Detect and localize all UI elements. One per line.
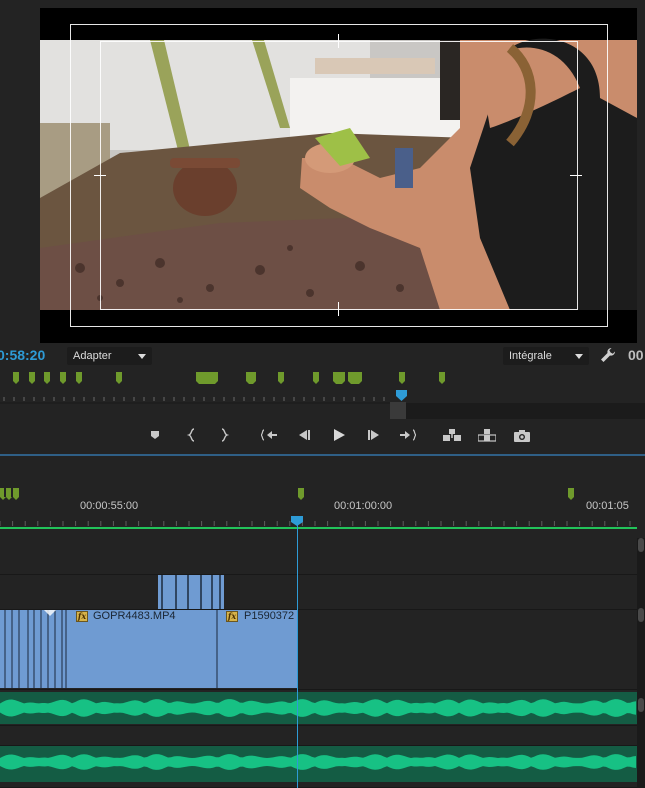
timeline-panel: 00:00:55:00 00:01:00:00 00:01:05 fx GOPR… xyxy=(0,456,645,788)
fx-badge: fx xyxy=(76,611,88,622)
video-track-v2[interactable] xyxy=(0,575,637,610)
play-icon xyxy=(334,429,345,441)
video-track-v1[interactable]: fx GOPR4483.MP4 fx P1590372 xyxy=(0,610,637,690)
marker[interactable] xyxy=(116,372,122,384)
go-to-out-button[interactable] xyxy=(398,426,418,444)
monitor-controls-bar: 0:58:20 Adapter Intégrale 00 xyxy=(0,345,645,367)
add-marker-icon xyxy=(151,431,159,439)
marker[interactable] xyxy=(348,372,362,384)
clip-gopr4483[interactable]: fx GOPR4483.MP4 xyxy=(67,610,217,688)
mark-in-button[interactable] xyxy=(182,426,202,444)
insert-button[interactable] xyxy=(441,426,463,444)
sequence-marker[interactable] xyxy=(568,488,574,500)
marker[interactable] xyxy=(278,372,284,384)
playhead-line xyxy=(297,518,298,788)
work-area-bar[interactable] xyxy=(0,527,637,529)
guide-tick-right xyxy=(570,175,582,176)
go-to-in-icon xyxy=(261,429,277,441)
marker[interactable] xyxy=(399,372,405,384)
playback-resolution-value: Intégrale xyxy=(509,350,552,362)
a2-waveform xyxy=(0,746,637,782)
marker[interactable] xyxy=(333,372,345,384)
scroll-thumb-low[interactable] xyxy=(638,698,644,712)
transport-controls xyxy=(0,420,645,450)
audio-track-a1[interactable] xyxy=(0,690,637,726)
overwrite-icon xyxy=(478,429,496,442)
chevron-down-icon xyxy=(575,354,583,359)
zoom-level-select[interactable]: Adapter xyxy=(67,347,152,365)
mark-in-icon xyxy=(186,428,195,442)
fx-badge: fx xyxy=(226,611,238,622)
insert-icon xyxy=(443,429,461,441)
go-to-in-button[interactable] xyxy=(259,426,279,444)
program-monitor xyxy=(0,0,645,345)
marker[interactable] xyxy=(246,372,256,384)
mark-out-icon xyxy=(221,428,230,442)
export-frame-button[interactable] xyxy=(512,426,532,444)
monitor-marker-strip xyxy=(0,367,645,389)
guide-tick-left xyxy=(94,175,106,176)
monitor-ruler-ticks xyxy=(0,390,645,419)
sequence-marker[interactable] xyxy=(13,488,19,500)
duration-timecode: 00 xyxy=(628,347,644,363)
timeline-scrollbar[interactable] xyxy=(637,538,645,788)
wrench-icon[interactable] xyxy=(599,346,617,364)
clip-p1590372[interactable]: fx P1590372 xyxy=(218,610,298,688)
add-marker-button[interactable] xyxy=(145,426,165,444)
marker[interactable] xyxy=(76,372,82,384)
ruler-label: 00:00:55:00 xyxy=(80,500,139,512)
step-back-icon xyxy=(299,430,310,440)
camera-icon xyxy=(514,429,530,442)
marker[interactable] xyxy=(196,372,218,384)
video-frame-image xyxy=(40,8,637,343)
clip-name: GOPR4483.MP4 xyxy=(93,610,176,622)
playback-resolution-select[interactable]: Intégrale xyxy=(503,347,589,365)
monitor-time-ruler[interactable] xyxy=(0,389,645,419)
ruler-label: 00:01:05 xyxy=(586,500,629,512)
a1-waveform xyxy=(0,692,637,724)
chevron-down-icon xyxy=(138,354,146,359)
video-track-v3[interactable] xyxy=(0,539,637,575)
step-back-button[interactable] xyxy=(294,426,314,444)
marker[interactable] xyxy=(13,372,19,384)
scroll-thumb-top[interactable] xyxy=(638,538,644,552)
guide-tick-bottom xyxy=(338,302,339,316)
sequence-marker[interactable] xyxy=(6,488,12,500)
marker[interactable] xyxy=(439,372,445,384)
playhead-timecode[interactable]: 0:58:20 xyxy=(0,347,45,363)
go-to-out-icon xyxy=(400,429,416,441)
mark-out-button[interactable] xyxy=(214,426,234,444)
step-forward-icon xyxy=(368,430,379,440)
zoom-level-value: Adapter xyxy=(73,350,112,362)
guide-tick-top xyxy=(338,34,339,48)
sequence-marker[interactable] xyxy=(298,488,304,500)
program-video-frame[interactable] xyxy=(40,8,637,343)
sequence-marker[interactable] xyxy=(0,488,6,500)
marker[interactable] xyxy=(29,372,35,384)
v2-clips[interactable] xyxy=(158,575,224,609)
ruler-label: 00:01:00:00 xyxy=(334,500,393,512)
marker[interactable] xyxy=(44,372,50,384)
overwrite-button[interactable] xyxy=(476,426,498,444)
audio-track-a3[interactable] xyxy=(0,746,637,788)
scroll-thumb-mid[interactable] xyxy=(638,608,644,622)
clip-name: P1590372 xyxy=(244,610,295,622)
step-forward-button[interactable] xyxy=(364,426,384,444)
play-button[interactable] xyxy=(329,426,349,444)
marker[interactable] xyxy=(313,372,319,384)
marker[interactable] xyxy=(60,372,66,384)
audio-track-a2[interactable] xyxy=(0,726,637,746)
